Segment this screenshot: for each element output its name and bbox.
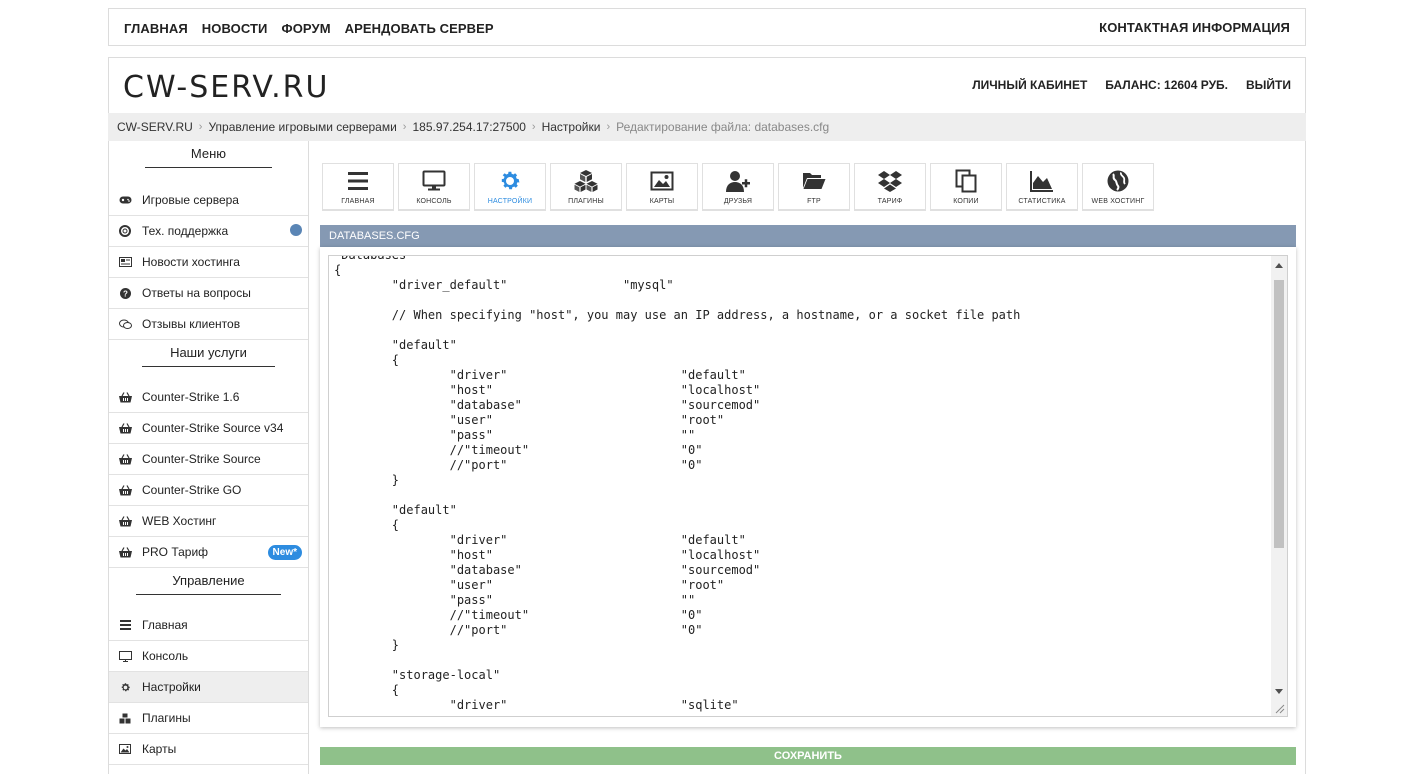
basket-icon xyxy=(118,514,132,528)
server-toolbar: ГЛАВНАЯ КОНСОЛЬ НАСТРОЙКИ ПЛАГИНЫ КАРТЫ … xyxy=(322,163,1154,211)
editor-container: "Databases" { "driver_default" "mysql" /… xyxy=(320,247,1296,727)
telegram-icon[interactable] xyxy=(290,224,302,236)
monitor-icon xyxy=(118,649,132,663)
sidebar-manage-title: Управление xyxy=(109,568,308,600)
gear-icon xyxy=(501,171,520,190)
basket-icon xyxy=(118,545,132,559)
save-button[interactable]: СОХРАНИТЬ xyxy=(320,747,1296,765)
toolbar-ftp-button[interactable]: FTP xyxy=(778,163,850,211)
newspaper-icon xyxy=(118,255,132,269)
toolbar-main-button[interactable]: ГЛАВНАЯ xyxy=(322,163,394,211)
file-panel-header: DATABASES.CFG xyxy=(320,225,1296,247)
dropbox-icon xyxy=(878,171,902,192)
config-textarea[interactable]: "Databases" { "driver_default" "mysql" /… xyxy=(334,256,1020,713)
toolbar-web-hosting-button[interactable]: WEB ХОСТИНГ xyxy=(1082,163,1154,211)
globe-icon xyxy=(1107,170,1129,192)
copy-icon xyxy=(955,169,977,193)
gear-icon xyxy=(118,680,132,694)
user-plus-icon xyxy=(726,171,750,192)
nav-contact-link[interactable]: КОНТАКТНАЯ ИНФОРМАЦИЯ xyxy=(1099,20,1290,35)
basket-icon xyxy=(118,483,132,497)
new-badge: New* xyxy=(267,545,302,560)
sidebar-item-css[interactable]: Counter-Strike Source xyxy=(109,444,308,475)
toolbar-tariff-button[interactable]: ТАРИФ xyxy=(854,163,926,211)
breadcrumb: CW-SERV.RU › Управление игровыми серверам… xyxy=(108,113,1306,141)
editor-scrollbar[interactable] xyxy=(1271,256,1287,716)
toolbar-maps-button[interactable]: КАРТЫ xyxy=(626,163,698,211)
sidebar-item-csgo[interactable]: Counter-Strike GO xyxy=(109,475,308,506)
image-icon xyxy=(650,171,674,191)
chevron-right-icon: › xyxy=(402,121,407,133)
resize-handle-icon[interactable] xyxy=(1275,704,1285,714)
account-link[interactable]: ЛИЧНЫЙ КАБИНЕТ xyxy=(972,78,1087,92)
sidebar-item-plugins[interactable]: Плагины xyxy=(109,703,308,734)
breadcrumb-item[interactable]: Управление игровыми серверами xyxy=(208,120,396,134)
account-bar: ЛИЧНЫЙ КАБИНЕТ БАЛАНС: 12604 РУБ. ВЫЙТИ xyxy=(972,78,1291,92)
folder-open-icon xyxy=(803,173,826,189)
toolbar-plugins-button[interactable]: ПЛАГИНЫ xyxy=(550,163,622,211)
area-chart-icon xyxy=(1030,171,1053,192)
breadcrumb-current: Редактирование файла: databases.cfg xyxy=(616,120,830,134)
lifebuoy-icon xyxy=(118,224,132,238)
sidebar-item-game-servers[interactable]: Игровые сервера xyxy=(109,185,308,216)
cubes-icon xyxy=(118,711,132,725)
breadcrumb-item[interactable]: 185.97.254.17:27500 xyxy=(412,120,525,134)
sidebar-item-maps[interactable]: Карты xyxy=(109,734,308,765)
nav-forum-link[interactable]: ФОРУМ xyxy=(282,21,331,36)
logout-link[interactable]: ВЫЙТИ xyxy=(1246,78,1291,92)
toolbar-friends-button[interactable]: ДРУЗЬЯ xyxy=(702,163,774,211)
site-logo[interactable]: CW-SERV.RU xyxy=(123,70,329,105)
sidebar: Меню Игровые сервера Тех. поддержка Ново… xyxy=(108,141,309,774)
top-nav-links: ГЛАВНАЯ НОВОСТИ ФОРУМ АРЕНДОВАТЬ СЕРВЕР xyxy=(124,21,494,36)
toolbar-statistics-button[interactable]: СТАТИСТИКА xyxy=(1006,163,1078,211)
breadcrumb-item[interactable]: CW-SERV.RU xyxy=(117,120,193,134)
sidebar-item-settings[interactable]: Настройки xyxy=(109,672,308,703)
chevron-right-icon: › xyxy=(606,121,611,133)
image-icon xyxy=(118,742,132,756)
basket-icon xyxy=(118,421,132,435)
toolbar-backups-button[interactable]: КОПИИ xyxy=(930,163,1002,211)
site-header: CW-SERV.RU ЛИЧНЫЙ КАБИНЕТ БАЛАНС: 12604 … xyxy=(108,57,1306,113)
sidebar-item-main[interactable]: Главная xyxy=(109,610,308,641)
sidebar-item-cs16[interactable]: Counter-Strike 1.6 xyxy=(109,382,308,413)
nav-news-link[interactable]: НОВОСТИ xyxy=(202,21,268,36)
chevron-right-icon: › xyxy=(531,121,536,133)
nav-home-link[interactable]: ГЛАВНАЯ xyxy=(124,21,188,36)
config-editor[interactable]: "Databases" { "driver_default" "mysql" /… xyxy=(328,255,1288,717)
scroll-up-arrow-icon[interactable] xyxy=(1275,263,1283,268)
toolbar-settings-button[interactable]: НАСТРОЙКИ xyxy=(474,163,546,211)
balance-display[interactable]: БАЛАНС: 12604 РУБ. xyxy=(1105,78,1228,92)
main-content: ГЛАВНАЯ КОНСОЛЬ НАСТРОЙКИ ПЛАГИНЫ КАРТЫ … xyxy=(310,141,1306,774)
bars-icon xyxy=(118,618,132,632)
sidebar-item-pro-tariff[interactable]: PRO Тариф New* xyxy=(109,537,308,568)
sidebar-item-web-hosting[interactable]: WEB Хостинг xyxy=(109,506,308,537)
sidebar-item-console[interactable]: Консоль xyxy=(109,641,308,672)
scrollbar-thumb[interactable] xyxy=(1274,280,1284,548)
chevron-right-icon: › xyxy=(198,121,203,133)
sidebar-item-news[interactable]: Новости хостинга xyxy=(109,247,308,278)
question-icon: ? xyxy=(118,286,132,300)
sidebar-services-title: Наши услуги xyxy=(109,340,308,372)
gamepad-icon xyxy=(118,193,132,207)
sidebar-menu-title: Меню xyxy=(109,141,308,173)
monitor-icon xyxy=(422,170,446,191)
toolbar-console-button[interactable]: КОНСОЛЬ xyxy=(398,163,470,211)
basket-icon xyxy=(118,390,132,404)
sidebar-item-reviews[interactable]: Отзывы клиентов xyxy=(109,309,308,340)
nav-rent-server-link[interactable]: АРЕНДОВАТЬ СЕРВЕР xyxy=(345,21,494,36)
basket-icon xyxy=(118,452,132,466)
cubes-icon xyxy=(574,170,598,192)
breadcrumb-item[interactable]: Настройки xyxy=(542,120,601,134)
svg-text:?: ? xyxy=(123,289,128,298)
comments-icon xyxy=(118,317,132,331)
sidebar-item-css-v34[interactable]: Counter-Strike Source v34 xyxy=(109,413,308,444)
bars-icon xyxy=(348,172,368,190)
top-navigation: ГЛАВНАЯ НОВОСТИ ФОРУМ АРЕНДОВАТЬ СЕРВЕР … xyxy=(108,8,1306,46)
sidebar-item-support[interactable]: Тех. поддержка xyxy=(109,216,308,247)
sidebar-item-faq[interactable]: ? Ответы на вопросы xyxy=(109,278,308,309)
scroll-down-arrow-icon[interactable] xyxy=(1275,689,1283,694)
